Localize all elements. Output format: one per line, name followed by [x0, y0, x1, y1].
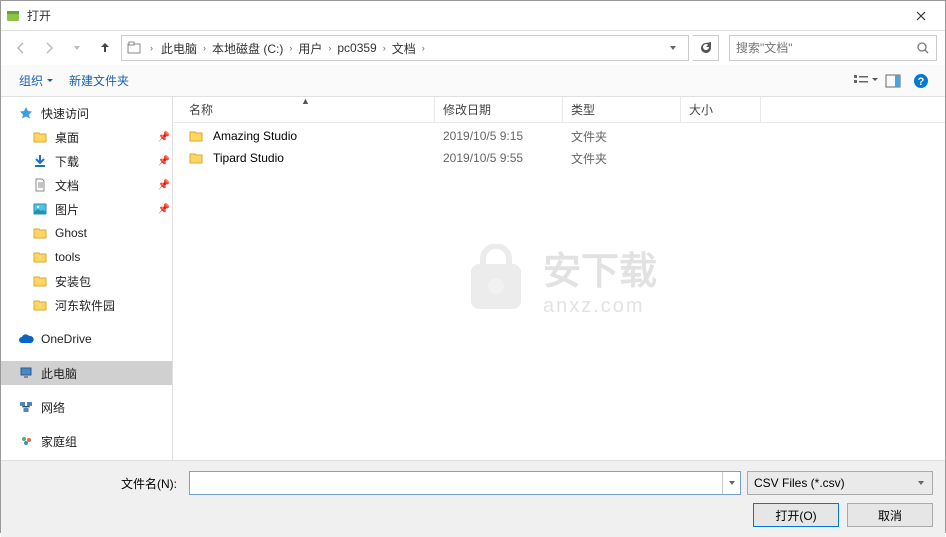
file-date: 2019/10/5 9:55: [435, 151, 563, 165]
refresh-button[interactable]: [693, 35, 719, 61]
star-icon: [17, 105, 35, 121]
search-input[interactable]: [730, 41, 910, 55]
file-rows: Amazing Studio 2019/10/5 9:15 文件夹 Tipard…: [173, 123, 945, 169]
view-options-button[interactable]: [851, 69, 879, 93]
sidebar-this-pc[interactable]: 此电脑: [1, 361, 172, 385]
folder-icon: [122, 40, 146, 56]
filename-combo[interactable]: [189, 471, 741, 495]
filename-dropdown[interactable]: [722, 472, 740, 494]
crumb-documents[interactable]: 文档: [390, 40, 418, 57]
computer-icon: [17, 365, 35, 381]
window-title: 打开: [27, 7, 901, 24]
chevron-right-icon: ›: [379, 43, 390, 53]
organize-menu[interactable]: 组织: [11, 68, 61, 93]
pin-icon: 📌: [156, 156, 172, 167]
help-button[interactable]: ?: [907, 69, 935, 93]
filename-input[interactable]: [190, 472, 722, 494]
document-icon: [31, 177, 49, 193]
sidebar-install-pkg[interactable]: 安装包: [1, 269, 172, 293]
pin-icon: 📌: [156, 204, 172, 215]
column-type[interactable]: 类型: [563, 97, 681, 122]
body: 快速访问 桌面📌 下载📌 文档📌 图片📌 Ghost tools 安装包 河东软…: [1, 97, 945, 460]
folder-icon: [31, 273, 49, 289]
sidebar-quick-access[interactable]: 快速访问: [1, 101, 172, 125]
sidebar-desktop[interactable]: 桌面📌: [1, 125, 172, 149]
crumb-users[interactable]: 用户: [296, 40, 324, 57]
recent-dropdown[interactable]: [65, 36, 89, 60]
sidebar-hedong[interactable]: 河东软件园: [1, 293, 172, 317]
titlebar: 打开: [1, 1, 945, 31]
chevron-right-icon: ›: [285, 43, 296, 53]
sidebar-pictures[interactable]: 图片📌: [1, 197, 172, 221]
folder-icon: [31, 249, 49, 265]
column-headers: ▲ 名称 修改日期 类型 大小: [173, 97, 945, 123]
breadcrumb-bar[interactable]: › 此电脑› 本地磁盘 (C:)› 用户› pc0359› 文档›: [121, 35, 689, 61]
network-icon: [17, 399, 35, 415]
navbar: › 此电脑› 本地磁盘 (C:)› 用户› pc0359› 文档›: [1, 31, 945, 65]
back-button[interactable]: [9, 36, 33, 60]
chevron-right-icon: ›: [146, 43, 157, 53]
file-name: Amazing Studio: [213, 129, 297, 143]
crumb-this-pc[interactable]: 此电脑: [159, 40, 199, 57]
sort-indicator-icon: ▲: [301, 96, 310, 106]
filename-label: 文件名(N):: [13, 475, 183, 492]
homegroup-icon: [17, 433, 35, 449]
download-icon: [31, 153, 49, 169]
cloud-icon: [17, 331, 35, 347]
open-button[interactable]: 打开(O): [753, 503, 839, 527]
sidebar-network[interactable]: 网络: [1, 395, 172, 419]
up-button[interactable]: [93, 36, 117, 60]
pin-icon: 📌: [156, 132, 172, 143]
file-type-filter[interactable]: CSV Files (*.csv): [747, 471, 933, 495]
file-name: Tipard Studio: [213, 151, 284, 165]
search-box[interactable]: [729, 35, 937, 61]
watermark: 安下载 anxz.com: [461, 240, 657, 318]
file-row[interactable]: Tipard Studio 2019/10/5 9:55 文件夹: [181, 147, 945, 169]
crumb-user[interactable]: pc0359: [335, 41, 378, 55]
crumb-drive[interactable]: 本地磁盘 (C:): [210, 40, 285, 57]
file-row[interactable]: Amazing Studio 2019/10/5 9:15 文件夹: [181, 125, 945, 147]
sidebar-homegroup[interactable]: 家庭组: [1, 429, 172, 453]
bottom-panel: 文件名(N): CSV Files (*.csv) 打开(O) 取消: [1, 460, 945, 537]
new-folder-button[interactable]: 新建文件夹: [61, 68, 137, 93]
column-size[interactable]: 大小: [681, 97, 761, 122]
folder-icon: [189, 152, 207, 164]
chevron-right-icon: ›: [199, 43, 210, 53]
sidebar-onedrive[interactable]: OneDrive: [1, 327, 172, 351]
file-list: ▲ 名称 修改日期 类型 大小 Amazing Studio 2019/10/5…: [173, 97, 945, 169]
svg-text:?: ?: [918, 76, 925, 88]
file-type: 文件夹: [563, 150, 681, 167]
sidebar-downloads[interactable]: 下载📌: [1, 149, 172, 173]
folder-icon: [189, 130, 207, 142]
sidebar-documents[interactable]: 文档📌: [1, 173, 172, 197]
toolbar: 组织 新建文件夹 ?: [1, 65, 945, 97]
file-type: 文件夹: [563, 128, 681, 145]
sidebar-tools[interactable]: tools: [1, 245, 172, 269]
cancel-button[interactable]: 取消: [847, 503, 933, 527]
folder-icon: [31, 225, 49, 241]
folder-icon: [31, 297, 49, 313]
chevron-right-icon: ›: [324, 43, 335, 53]
column-date[interactable]: 修改日期: [435, 97, 563, 122]
preview-pane-button[interactable]: [879, 69, 907, 93]
chevron-right-icon: ›: [418, 43, 429, 53]
search-icon[interactable]: [910, 41, 936, 55]
forward-button[interactable]: [37, 36, 61, 60]
folder-icon: [31, 129, 49, 145]
close-button[interactable]: [901, 2, 941, 30]
breadcrumb-dropdown[interactable]: [668, 43, 688, 53]
sidebar-ghost[interactable]: Ghost: [1, 221, 172, 245]
picture-icon: [31, 201, 49, 217]
app-icon: [5, 8, 21, 24]
sidebar: 快速访问 桌面📌 下载📌 文档📌 图片📌 Ghost tools 安装包 河东软…: [1, 97, 173, 460]
pin-icon: 📌: [156, 180, 172, 191]
file-date: 2019/10/5 9:15: [435, 129, 563, 143]
breadcrumb: 此电脑› 本地磁盘 (C:)› 用户› pc0359› 文档›: [157, 40, 668, 57]
